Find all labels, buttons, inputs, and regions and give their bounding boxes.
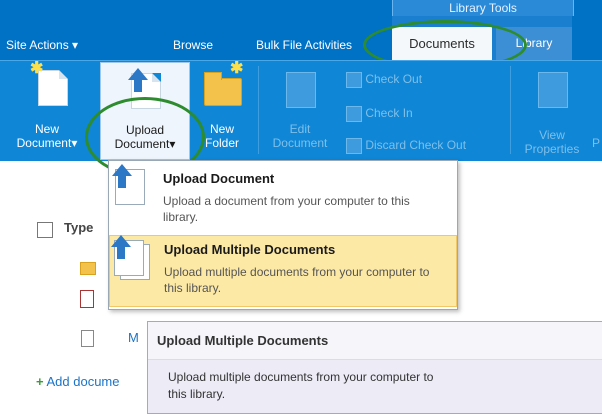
tooltip-description: Upload multiple documents from your comp… [168,370,434,401]
edit-document-icon [286,72,316,108]
tab-library[interactable]: Library [496,27,572,60]
cut-off-ribbon-label: P [592,136,601,150]
view-properties-icon [538,72,568,108]
site-actions-menu[interactable]: Site Actions ▾ [6,38,78,52]
folder-icon [204,72,242,106]
edit-document-label: Edit Document [272,122,328,150]
view-properties-label: View Properties [524,128,580,156]
ribbon-separator [258,66,259,154]
new-folder-button[interactable]: ✱ New Folder [192,60,252,158]
tooltip-upload-multiple: Upload Multiple Documents Upload multipl… [147,321,602,414]
check-in-button[interactable]: Check In [346,106,413,122]
new-sparkle-icon: ✱ [230,60,244,77]
check-out-icon [346,72,362,88]
chevron-down-icon: ▾ [169,137,176,151]
upload-document-label: Upload Document▾ [114,123,176,151]
discard-check-out-icon [346,138,362,154]
menu-item-upload-document[interactable]: Upload Document Upload a document from y… [109,163,455,233]
new-document-button[interactable]: ✱ New Document▾ [2,60,92,158]
edit-document-button[interactable]: Edit Document [262,62,338,158]
add-icon: + [36,374,44,389]
upload-document-button[interactable]: Upload Document▾ [100,62,190,160]
discard-check-out-button[interactable]: Discard Check Out [346,138,466,154]
site-actions-label: Site Actions [6,38,69,52]
new-folder-label: New Folder [204,122,239,150]
ribbon-separator [510,66,511,154]
menu-item-description: Upload multiple documents from your comp… [164,265,430,295]
folder-icon [80,262,96,275]
menu-item-description: Upload a document from your computer to … [163,194,410,224]
upload-dropdown-menu: Upload Document Upload a document from y… [108,160,458,310]
select-all-checkbox[interactable] [37,222,53,238]
menu-item-title: Upload Multiple Documents [164,242,336,257]
new-sparkle-icon: ✱ [30,60,44,77]
upload-multiple-icon-front [111,235,144,276]
chevron-down-icon: ▾ [71,136,78,150]
tab-bulk-file-activities[interactable]: Bulk File Activities [256,38,352,52]
check-in-icon [346,106,362,122]
text-file-icon [81,330,94,347]
add-document-link[interactable]: + Add docume [36,374,120,389]
library-tools-header: Library Tools [392,0,574,16]
tooltip-title: Upload Multiple Documents [157,333,329,348]
pdf-file-icon [80,290,94,308]
new-document-label: New Document▾ [16,122,78,150]
menu-item-upload-multiple-documents[interactable]: Upload Multiple Documents Upload multipl… [109,235,457,307]
column-header-type[interactable]: Type [64,220,93,235]
tab-browse[interactable]: Browse [173,38,213,52]
chevron-down-icon: ▾ [72,38,79,52]
upload-document-icon [112,164,145,205]
upload-icon [128,68,161,109]
view-properties-button[interactable]: View Properties [514,62,590,158]
tab-documents[interactable]: Documents [392,27,492,60]
check-out-button[interactable]: Check Out [346,72,422,88]
list-item-name[interactable]: M [128,330,139,345]
menu-item-title: Upload Document [163,171,275,186]
